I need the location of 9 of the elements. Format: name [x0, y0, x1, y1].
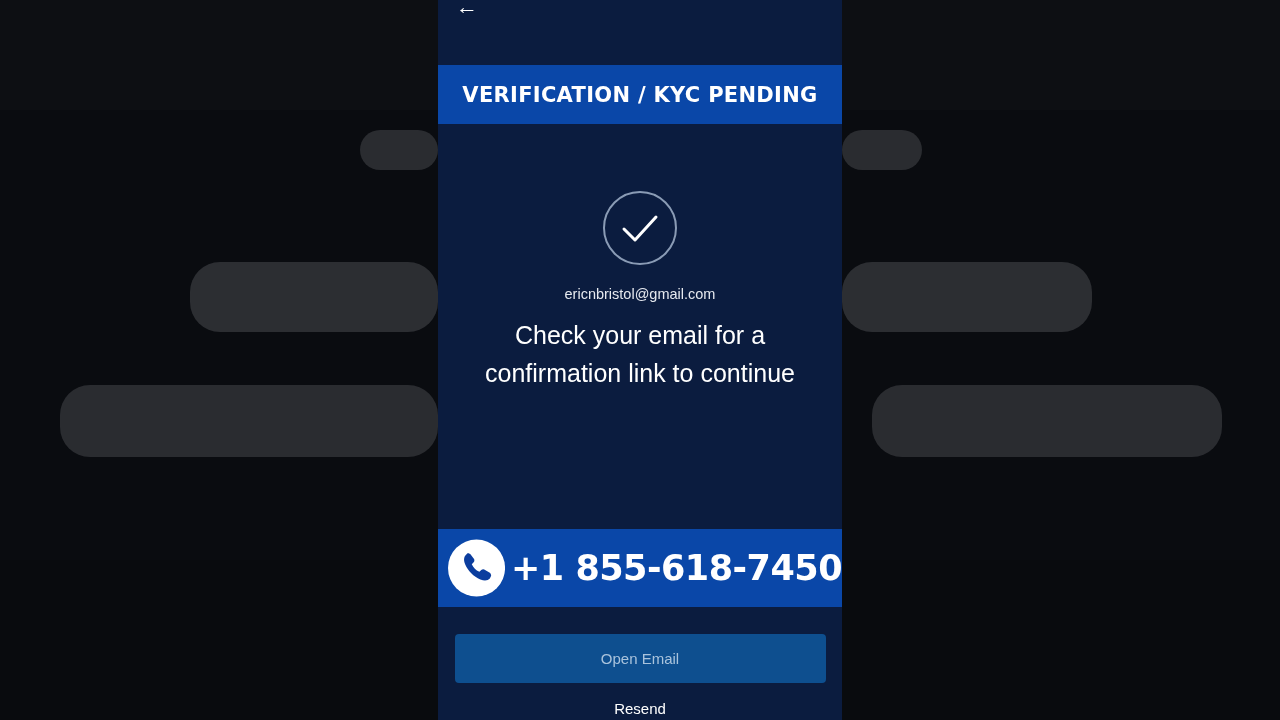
resend-link[interactable]: Resend [614, 700, 666, 717]
phone-icon [448, 538, 506, 598]
confirmation-message: Check your email for a confirmation link to continue [484, 320, 796, 389]
email-address: ericnbristol@gmail.com [564, 286, 716, 302]
back-button[interactable]: ← [456, 0, 478, 14]
open-email-button[interactable]: Open Email [454, 634, 826, 683]
phone-number: +1 855-618-7450 [511, 548, 842, 588]
banner-title: VERIFICATION / KYC PENDING [462, 82, 818, 107]
checkmark-icon [602, 190, 678, 266]
